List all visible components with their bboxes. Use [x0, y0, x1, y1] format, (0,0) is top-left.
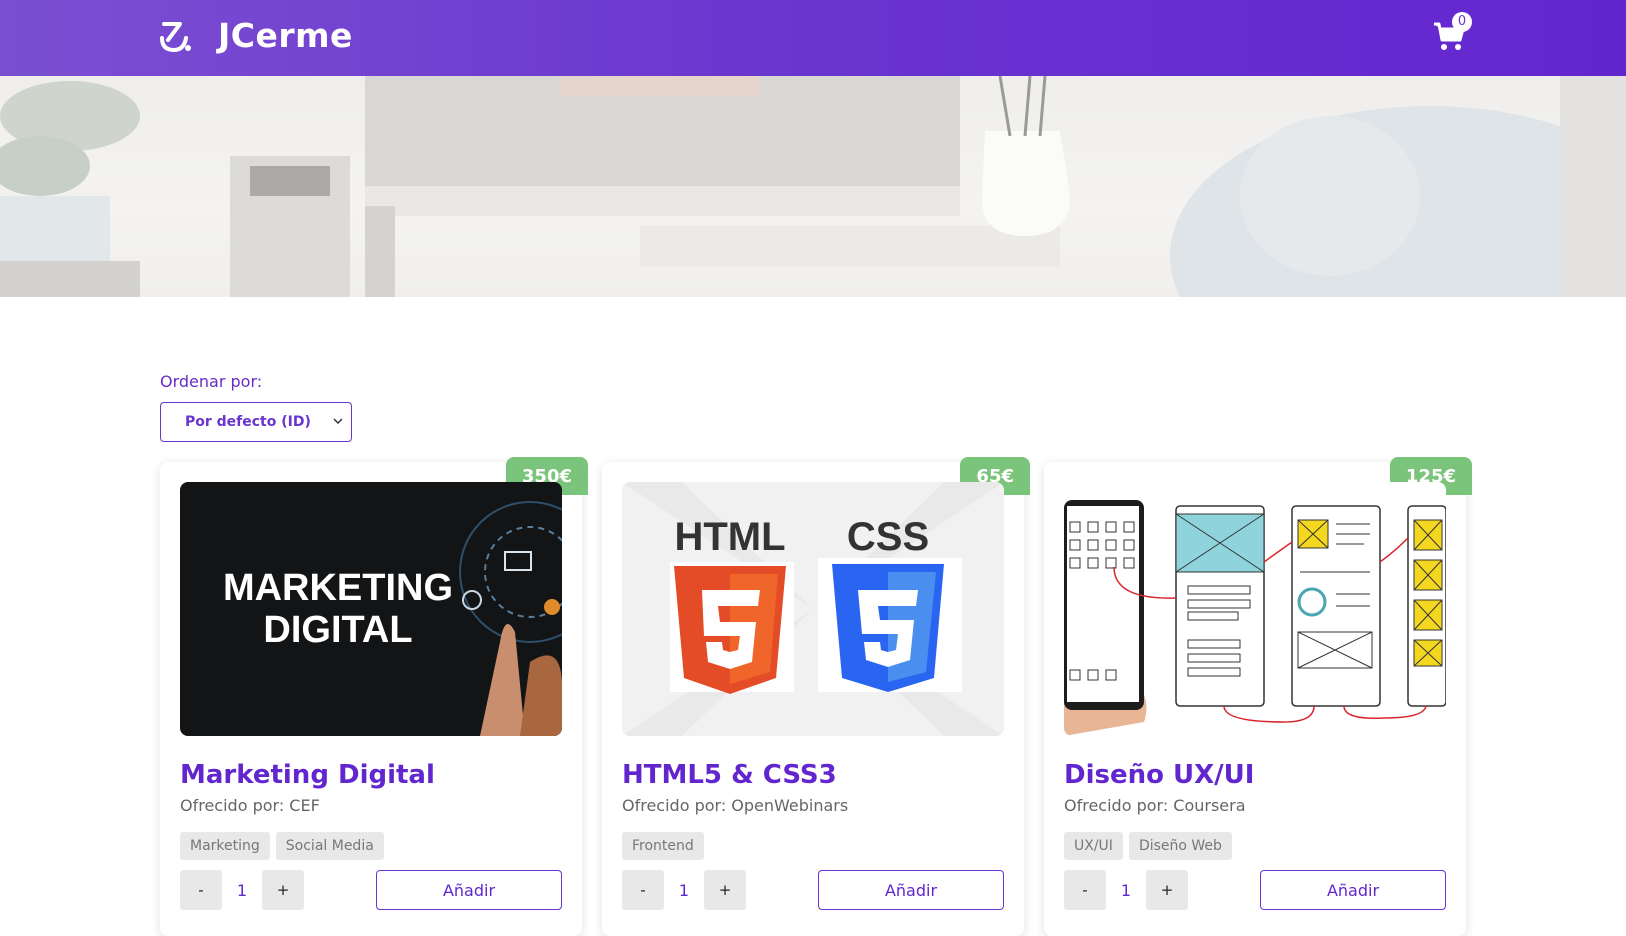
increment-button[interactable]: + — [704, 870, 746, 910]
course-provider: Ofrecido por: CEF — [180, 796, 320, 815]
hero-desk-image — [0, 76, 1626, 297]
sort-selected-value: Por defecto (ID) — [185, 414, 311, 430]
sort-label: Ordenar por: — [160, 372, 263, 391]
course-card: 350€ MARKETING DIGITAL Marketing Digital… — [160, 457, 588, 936]
course-title[interactable]: Marketing Digital — [180, 760, 435, 790]
course-provider: Ofrecido por: Coursera — [1064, 796, 1246, 815]
tag: Frontend — [622, 832, 704, 860]
increment-button[interactable]: + — [1146, 870, 1188, 910]
add-to-cart-button[interactable]: Añadir — [376, 870, 562, 910]
quantity-value: 1 — [678, 880, 690, 900]
image-text-line-2: DIGITAL — [263, 609, 412, 651]
course-title[interactable]: HTML5 & CSS3 — [622, 760, 837, 790]
decrement-button[interactable]: - — [1064, 870, 1106, 910]
brand-name[interactable]: JCerme — [218, 16, 353, 55]
tag: Social Media — [275, 832, 384, 860]
add-to-cart-button[interactable]: Añadir — [1260, 870, 1446, 910]
course-provider: Ofrecido por: OpenWebinars — [622, 796, 849, 815]
hero-banner — [0, 76, 1626, 297]
add-to-cart-button[interactable]: Añadir — [818, 870, 1004, 910]
tag: UX/UI — [1064, 832, 1123, 860]
cart-count-badge: 0 — [1452, 12, 1472, 32]
decrement-button[interactable]: - — [180, 870, 222, 910]
course-image: MARKETING DIGITAL — [180, 482, 562, 736]
course-image — [1064, 482, 1446, 736]
tag-list: Frontend — [622, 832, 704, 860]
course-title[interactable]: Diseño UX/UI — [1064, 760, 1254, 790]
image-text-css: CSS — [847, 515, 929, 559]
tag: Marketing — [180, 832, 270, 860]
increment-button[interactable]: + — [262, 870, 304, 910]
image-text-line-1: MARKETING — [223, 567, 453, 609]
html5-logo-icon — [670, 562, 794, 694]
sort-select[interactable]: Por defecto (ID) — [160, 402, 352, 442]
tag: Diseño Web — [1128, 832, 1232, 860]
chevron-down-icon — [333, 418, 343, 425]
tag-list: UX/UI Diseño Web — [1064, 832, 1232, 860]
quantity-value: 1 — [236, 880, 248, 900]
image-text-html: HTML — [674, 515, 785, 559]
course-image: HTML CSS — [622, 482, 1004, 736]
top-navbar: JCerme 0 — [0, 0, 1626, 76]
course-card: 65€ HTML CSS HTML5 & CSS3 Ofrecido por: … — [602, 457, 1030, 936]
quantity-value: 1 — [1120, 880, 1132, 900]
css3-logo-icon — [818, 558, 962, 692]
decrement-button[interactable]: - — [622, 870, 664, 910]
logo-icon[interactable] — [158, 18, 194, 54]
tag-list: Marketing Social Media — [180, 832, 384, 860]
course-card: 125€ Diseño UX/UI Ofrecido por: Coursera… — [1044, 457, 1472, 936]
